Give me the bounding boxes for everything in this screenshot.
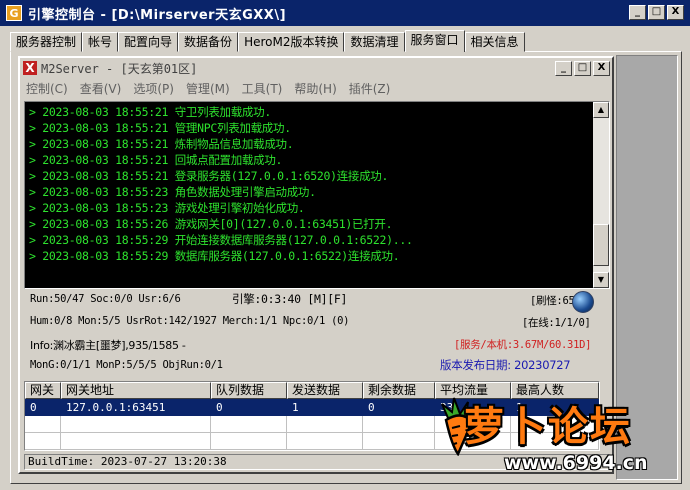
release-date: 版本发布日期: 20230727 [440,358,571,372]
watermark-text: 萝卜论坛 [464,404,632,450]
engine-status: 引擎:0:3:40 [M][F] [232,292,348,306]
m2server-icon: X [23,61,37,75]
inner-minimize-button[interactable]: _ [555,61,572,76]
col-gateway[interactable]: 网关 [25,382,61,399]
cell-queue-data: 0 [211,399,287,416]
empty-cell [287,416,363,433]
service-status: [服务/本机:3.67M/60.31D] [454,339,592,351]
log-line: > 2023-08-03 18:55:21 管理NPC列表加载成功. [29,121,291,135]
log-console[interactable]: > 2023-08-03 18:55:21 守卫列表加载成功. > 2023-0… [24,101,610,289]
watermark-url: www.6994.cn [504,452,648,474]
menu-options[interactable]: 选项(P) [133,80,174,97]
window-title: 引擎控制台 - [D:\Mirserver天玄GXX\] [28,7,287,23]
menu-plugins[interactable]: 插件(Z) [349,80,391,97]
col-send-data[interactable]: 发送数据 [287,382,363,399]
empty-cell [25,416,61,433]
menu-bar: 控制(C) 查看(V) 选项(P) 管理(M) 工具(T) 帮助(H) 插件(Z… [20,78,612,98]
cell-remaining-data: 0 [363,399,435,416]
col-queue-data[interactable]: 队列数据 [211,382,287,399]
log-line: > 2023-08-03 18:55:21 回城点配置加载成功. [29,153,283,167]
tab-server-control[interactable]: 服务器控制 [10,32,83,52]
minimize-button[interactable]: _ [629,5,646,20]
empty-cell [25,433,61,450]
log-line: > 2023-08-03 18:55:21 登录服务器(127.0.0.1:65… [29,169,389,183]
empty-cell [211,416,287,433]
tab-account[interactable]: 帐号 [82,32,119,52]
empty-cell [287,433,363,450]
scroll-down-arrow-icon[interactable]: ▼ [593,272,609,288]
menu-help[interactable]: 帮助(H) [294,80,336,97]
m2server-title-bar[interactable]: X M2Server - [天玄第01区] _ □ X [20,58,612,78]
info-status: Info:渊冰霸主[噩梦],935/1585 - [30,339,186,352]
menu-tools[interactable]: 工具(T) [242,80,283,97]
log-line: > 2023-08-03 18:55:29 开始连接数据库服务器(127.0.0… [29,233,413,247]
tab-data-backup[interactable]: 数据备份 [178,32,239,52]
close-button[interactable]: X [667,5,684,20]
tab-related-info[interactable]: 相关信息 [464,32,525,52]
empty-cell [363,416,435,433]
cell-gateway: 0 [25,399,61,416]
empty-cell [211,433,287,450]
empty-cell [363,433,435,450]
maximize-button[interactable]: □ [648,5,665,20]
scroll-thumb[interactable] [593,224,609,266]
tab-data-cleanup[interactable]: 数据清理 [344,32,405,52]
run-status: Run:50/47 Soc:0/0 Usr:6/6 [30,293,181,305]
log-line: > 2023-08-03 18:55:21 炼制物品信息加载成功. [29,137,294,151]
mongen-status: MonG:0/1/1 MonP:5/5/5 ObjRun:0/1 [30,359,223,371]
log-line: > 2023-08-03 18:55:29 数据库服务器(127.0.0.1:6… [29,249,400,263]
build-time-text: BuildTime: 2023-07-27 13:20:38 [28,455,227,468]
watermark-logo: 萝卜论坛 www.6994.cn [438,392,678,486]
hum-status: Hum:0/8 Mon:5/5 UsrRot:142/1927 Merch:1/… [30,315,350,327]
inner-close-button[interactable]: X [593,61,610,76]
cell-gateway-address: 127.0.0.1:63451 [61,399,211,416]
menu-control[interactable]: 控制(C) [26,80,68,97]
tab-service-window[interactable]: 服务窗口 [404,30,465,52]
log-scrollbar[interactable]: ▲ ▼ [593,102,609,288]
empty-cell [61,416,211,433]
empty-cell [61,433,211,450]
log-line: > 2023-08-03 18:55:23 游戏处理引擎初始化成功. [29,201,305,215]
main-title-bar[interactable]: G 引擎控制台 - [D:\Mirserver天玄GXX\] _ □ X [0,0,690,26]
menu-view[interactable]: 查看(V) [80,80,122,97]
globe-icon[interactable] [572,291,594,313]
m2server-title: M2Server - [天玄第01区] [41,61,198,76]
inner-maximize-button[interactable]: □ [574,61,591,76]
menu-manage[interactable]: 管理(M) [186,80,230,97]
online-status: [在线:1/1/0] [522,317,591,329]
app-icon: G [6,5,22,21]
col-gateway-address[interactable]: 网关地址 [61,382,211,399]
scroll-up-arrow-icon[interactable]: ▲ [593,102,609,118]
log-line: > 2023-08-03 18:55:26 游戏网关[0](127.0.0.1:… [29,217,393,231]
log-line: > 2023-08-03 18:55:21 守卫列表加载成功. [29,105,271,119]
tab-herom2-convert[interactable]: HeroM2版本转换 [238,32,345,52]
log-line: > 2023-08-03 18:55:23 角色数据处理引擎启动成功. [29,185,316,199]
cell-send-data: 1 [287,399,363,416]
tab-config-wizard[interactable]: 配置向导 [118,32,179,52]
tab-strip: 服务器控制 帐号 配置向导 数据备份 HeroM2版本转换 数据清理 服务窗口 … [10,30,525,52]
col-remaining-data[interactable]: 剩余数据 [363,382,435,399]
